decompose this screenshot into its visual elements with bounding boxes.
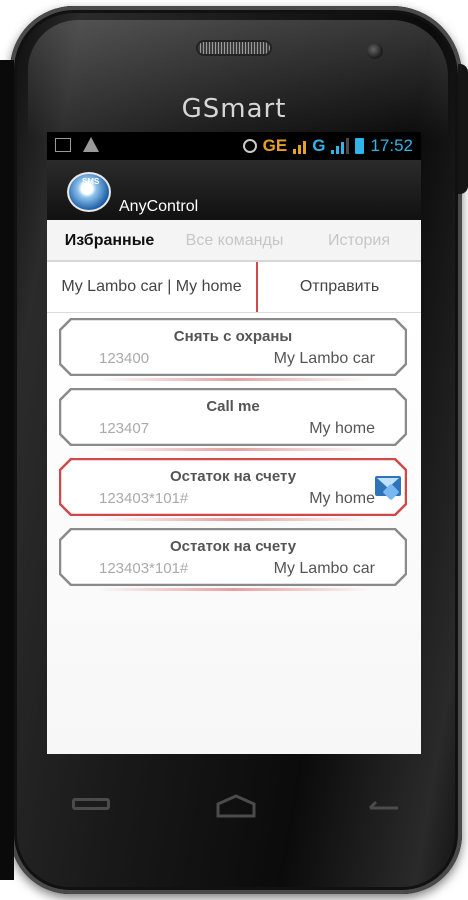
tab-favorites[interactable]: Избранные — [47, 220, 172, 260]
command-code: 123407 — [99, 420, 150, 437]
card-shadow — [97, 588, 371, 591]
tab-all-commands[interactable]: Все команды — [172, 220, 297, 260]
brand-logo: GSmart — [181, 94, 287, 124]
tab-bar: Избранные Все команды История — [47, 220, 421, 260]
command-name: Call me — [206, 398, 260, 415]
send-button[interactable]: Отправить — [258, 262, 421, 312]
front-camera — [367, 43, 383, 59]
command-code: 123403*101# — [99, 560, 189, 577]
command-list: Снять с охраны 123400 My Lambo car Call … — [47, 313, 421, 754]
side-button — [458, 64, 468, 194]
command-name: Снять с охраны — [173, 328, 293, 345]
target-selector[interactable]: My Lambo car | My home — [47, 262, 256, 312]
command-target: My home — [309, 490, 375, 507]
network-type: GE — [262, 136, 288, 155]
command-card-selected[interactable]: Остаток на счету 123403*101# My home — [59, 458, 407, 516]
network-type-2: G — [312, 136, 326, 155]
speaker-grille — [198, 42, 270, 54]
battery-icon — [355, 138, 365, 154]
app-logo-icon: SMS — [67, 172, 111, 212]
tab-history[interactable]: История — [297, 220, 421, 260]
alarm-icon — [242, 139, 257, 153]
home-icon[interactable] — [216, 794, 256, 818]
menu-icon[interactable] — [72, 798, 110, 810]
card-shadow — [97, 518, 371, 521]
signal-icon-2 — [331, 138, 350, 154]
command-card[interactable]: Остаток на счету 123403*101# My Lambo ca… — [59, 528, 407, 586]
command-target: My Lambo car — [273, 350, 375, 367]
screen: GE G 17:52 SMS AnyControl Избранные Все … — [47, 132, 421, 754]
status-time: 17:52 — [370, 136, 413, 155]
send-row: My Lambo car | My home Отправить — [47, 260, 421, 315]
warning-icon — [83, 137, 99, 152]
hardware-nav-bar — [0, 780, 468, 840]
command-name: Остаток на счету — [169, 538, 297, 555]
app-title: AnyControl — [119, 198, 199, 215]
image-icon — [55, 137, 71, 152]
command-code: 123400 — [99, 350, 150, 367]
command-target: My home — [309, 420, 375, 437]
phone-edge — [0, 60, 14, 880]
card-shadow — [97, 378, 371, 381]
command-name: Остаток на счету — [169, 468, 297, 485]
command-target: My Lambo car — [273, 560, 375, 577]
send-sms-icon[interactable] — [375, 476, 401, 496]
status-bar: GE G 17:52 — [47, 132, 421, 160]
command-code: 123403*101# — [99, 490, 189, 507]
card-shadow — [97, 448, 371, 451]
signal-icon — [293, 138, 307, 154]
back-icon[interactable] — [366, 794, 402, 814]
command-card[interactable]: Call me 123407 My home — [59, 388, 407, 446]
app-header: SMS AnyControl — [47, 160, 421, 220]
command-card[interactable]: Снять с охраны 123400 My Lambo car — [59, 318, 407, 376]
